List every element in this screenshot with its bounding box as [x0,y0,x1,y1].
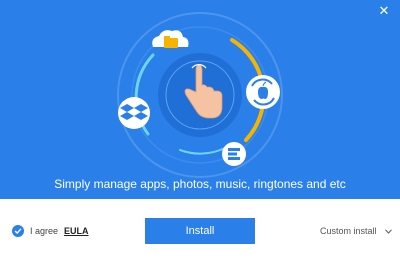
agree-label: I agree [30,226,59,236]
chevron-down-icon [384,228,392,234]
agree-row: I agree EULA [12,224,89,238]
install-button[interactable]: Install [145,218,255,244]
bottom-arc [179,147,226,155]
hero-banner: ✕ Simply manage apps, photos, music, rin… [0,0,400,199]
check-icon [14,228,22,234]
custom-install-label: Custom install [320,226,377,236]
eula-link[interactable]: EULA [64,226,89,236]
hero-tagline: Simply manage apps, photos, music, ringt… [54,177,346,191]
custom-install-dropdown[interactable]: Custom install [320,224,392,238]
evernote-icon [222,142,246,166]
close-icon[interactable]: ✕ [377,4,391,18]
dropbox-icon [118,97,150,129]
cloud-folder-icon [152,30,189,48]
agree-checkbox[interactable] [12,225,24,237]
hero-illustration [117,12,283,178]
apple-sync-icon [246,75,280,109]
